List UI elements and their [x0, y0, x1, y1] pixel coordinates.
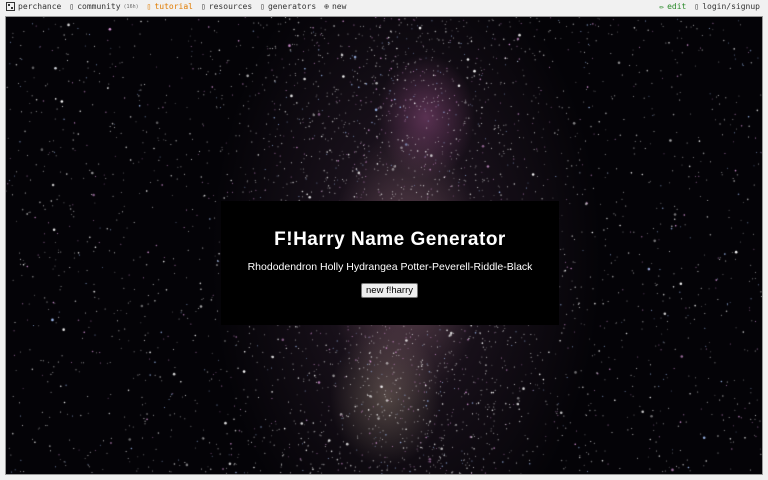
- chat-icon: ▯: [69, 1, 75, 11]
- nav-edit-label: edit: [667, 2, 687, 11]
- nav-right-group: ✏ edit ▯ login/signup: [659, 2, 760, 11]
- generator-frame: F!Harry Name Generator Rhododendron Holl…: [5, 16, 763, 475]
- user-icon: ▯: [694, 1, 700, 11]
- nav-login-label: login/signup: [702, 2, 760, 11]
- pencil-icon: ✏: [659, 1, 665, 11]
- nav-edit[interactable]: ✏ edit: [659, 2, 686, 11]
- nav-tutorial[interactable]: ▯ tutorial: [147, 2, 193, 11]
- nav-resources[interactable]: ▯ resources: [201, 2, 252, 11]
- perchance-logo-icon: [6, 2, 15, 11]
- nav-community-label: community: [77, 2, 121, 11]
- resources-icon: ▯: [200, 1, 206, 11]
- nav-left-group: perchance ▯ community (16h) ▯ tutorial ▯…: [6, 2, 346, 11]
- generators-icon: ▯: [260, 1, 265, 11]
- top-nav-bar: perchance ▯ community (16h) ▯ tutorial ▯…: [0, 0, 768, 16]
- nav-community[interactable]: ▯ community (16h): [69, 2, 138, 11]
- community-badge: (16h): [123, 3, 139, 10]
- nav-new[interactable]: ⊕ new: [324, 2, 346, 11]
- nav-resources-label: resources: [208, 2, 253, 11]
- plus-circle-icon: ⊕: [324, 1, 329, 11]
- nav-generators-label: generators: [267, 2, 317, 11]
- nav-tutorial-label: tutorial: [154, 2, 193, 11]
- generated-name: Rhododendron Holly Hydrangea Potter-Peve…: [247, 261, 533, 273]
- nav-perchance[interactable]: perchance: [6, 2, 61, 11]
- nav-generators[interactable]: ▯ generators: [260, 2, 316, 11]
- nav-new-label: new: [331, 2, 347, 11]
- book-icon: ▯: [146, 1, 152, 11]
- generator-title: F!Harry Name Generator: [274, 229, 506, 250]
- nav-perchance-label: perchance: [18, 2, 62, 11]
- new-fharry-button[interactable]: new f!harry: [361, 283, 418, 298]
- generator-card: F!Harry Name Generator Rhododendron Holl…: [221, 201, 559, 325]
- nav-login[interactable]: ▯ login/signup: [694, 2, 760, 11]
